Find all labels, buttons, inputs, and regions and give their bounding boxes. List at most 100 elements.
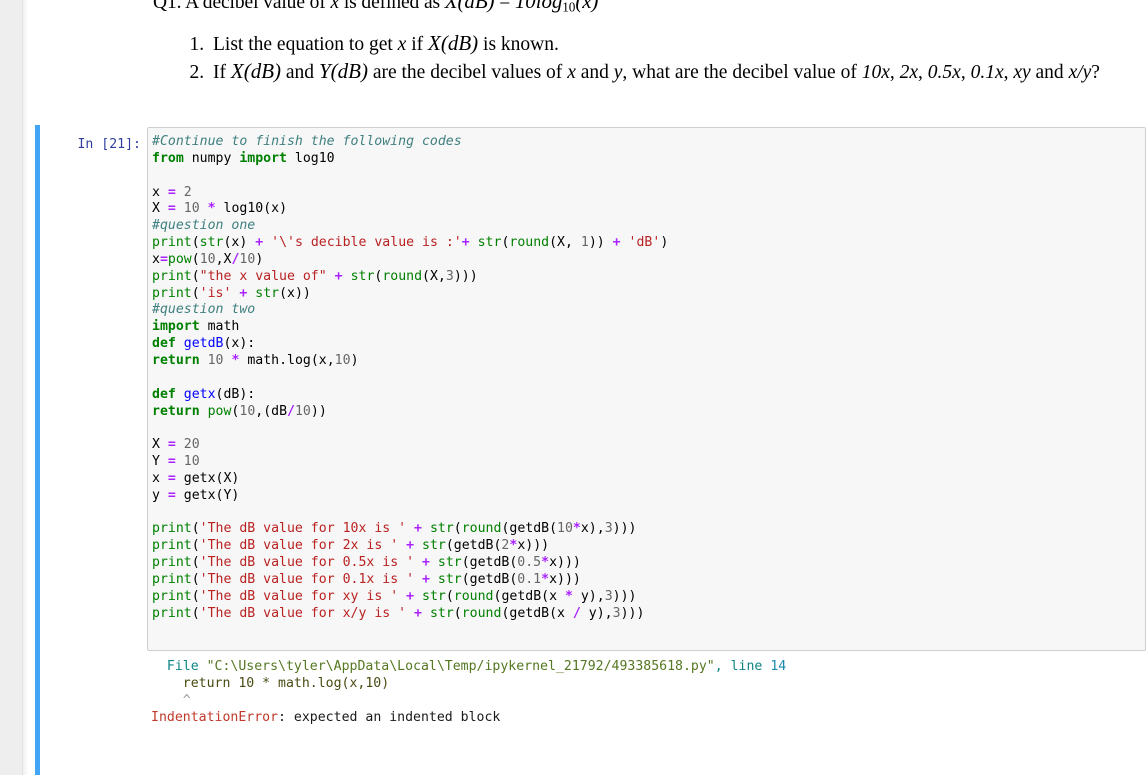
code-source[interactable]: #Continue to finish the following codes … — [152, 134, 1139, 622]
code-token: ))) — [612, 521, 637, 537]
code-token: : expected an indented block — [278, 709, 501, 725]
code-token: round — [382, 268, 423, 284]
code-token: 3 — [604, 588, 613, 604]
code-token: print — [152, 555, 192, 571]
code-token: (getdB( — [501, 521, 558, 537]
code-token: 3 — [445, 268, 454, 284]
code-token: from — [152, 150, 184, 166]
code-token: (getdB(x — [501, 605, 573, 621]
code-token: #question one — [152, 218, 256, 234]
code-token: ,(dB — [255, 403, 288, 419]
code-token: + — [612, 235, 621, 251]
code-token: * — [564, 588, 573, 604]
code-token: numpy — [183, 150, 240, 166]
code-token: x — [152, 184, 168, 200]
code-token: ( — [191, 285, 200, 301]
code-token: + — [406, 538, 415, 554]
q1-text-1: List the equation to get — [213, 33, 398, 55]
markdown-question-cell[interactable]: Q1. A decibel value of x is defined as X… — [29, 0, 1146, 88]
code-token: ( — [191, 251, 200, 267]
code-token: math.log(x, — [239, 352, 335, 368]
q2-expr-xy: xy — [1013, 62, 1031, 84]
code-token: ( — [191, 268, 200, 284]
question-heading: Q1. A decibel value of x is defined as X… — [153, 0, 1132, 21]
question-heading-sub: 10 — [562, 0, 576, 15]
question-heading-eq: = — [494, 0, 515, 13]
code-token: = — [159, 251, 168, 267]
code-token: + — [406, 588, 415, 604]
code-token: 'dB' — [628, 235, 661, 251]
code-token: 0.5 — [517, 555, 542, 571]
code-token: 'The dB value for 0.1x is ' — [199, 571, 415, 587]
code-token: 0.1 — [517, 571, 542, 587]
code-token: ))) — [453, 268, 478, 284]
code-editor[interactable]: #Continue to finish the following codes … — [147, 127, 1146, 651]
code-token: str — [255, 285, 280, 301]
q2-fn-xdb: X(dB) — [230, 59, 282, 84]
code-token: + — [255, 235, 264, 251]
code-token: (x): — [223, 336, 256, 352]
code-token: round — [453, 588, 494, 604]
code-token: str — [199, 235, 224, 251]
q2-text-11: ? — [1091, 62, 1100, 84]
code-token: print — [152, 268, 192, 284]
code-token: + — [461, 235, 478, 251]
code-token: ( — [191, 521, 200, 537]
code-token: = — [167, 470, 176, 486]
code-token: str — [477, 235, 502, 251]
q2-expr-01x: 0.1x — [970, 62, 1004, 84]
code-token: 10 — [239, 403, 256, 419]
code-token: + — [334, 268, 343, 284]
code-token: print — [152, 571, 192, 587]
question-list: List the equation to get x if X(dB) is k… — [43, 31, 1132, 86]
q2-text-7: , — [918, 62, 928, 84]
q2-var-x: x — [567, 62, 576, 84]
code-token: x), — [580, 521, 605, 537]
q2-expr-x-over-y: x/y — [1068, 62, 1092, 84]
code-token: (getdB( — [445, 538, 502, 554]
code-cell[interactable]: In [21]: #Continue to finish the followi… — [35, 125, 1146, 775]
code-token: ( — [453, 521, 462, 537]
question-heading-fn: X(dB) — [444, 0, 495, 13]
question-list-item-1: List the equation to get x if X(dB) is k… — [209, 31, 1132, 58]
code-token: 'The dB value for 0.5x is ' — [199, 555, 415, 571]
code-token: = — [167, 454, 176, 470]
code-token: 10 — [199, 251, 216, 267]
code-token: ( — [191, 571, 200, 587]
page-left-gutter — [0, 0, 23, 775]
code-token: "the x value of" — [199, 268, 327, 284]
execution-count-prompt: In [21]: — [77, 137, 141, 152]
code-token: ( — [191, 555, 200, 571]
code-token: 20 — [183, 437, 200, 453]
code-token: #question two — [152, 302, 256, 318]
code-token: + — [421, 571, 430, 587]
code-token: print — [152, 588, 192, 604]
code-token: round — [461, 605, 502, 621]
code-token: ) — [255, 251, 264, 267]
code-token: print — [152, 285, 192, 301]
code-token: 10 — [294, 403, 311, 419]
code-token: ( — [453, 605, 462, 621]
code-token: (getdB(x — [493, 588, 565, 604]
question-heading-rhs: 10log — [514, 0, 563, 13]
code-token: * — [207, 201, 216, 217]
code-token: File — [166, 659, 207, 674]
q2-expr-2x: 2x — [899, 62, 919, 84]
code-token: 10 — [334, 352, 351, 368]
code-token: def — [152, 386, 176, 402]
code-token: str — [422, 538, 446, 554]
code-token: / — [287, 403, 295, 419]
code-token: getdB — [183, 336, 224, 352]
code-token: 3 — [612, 605, 621, 621]
q1-text-3: is known. — [478, 33, 559, 55]
code-token: str — [429, 521, 454, 537]
